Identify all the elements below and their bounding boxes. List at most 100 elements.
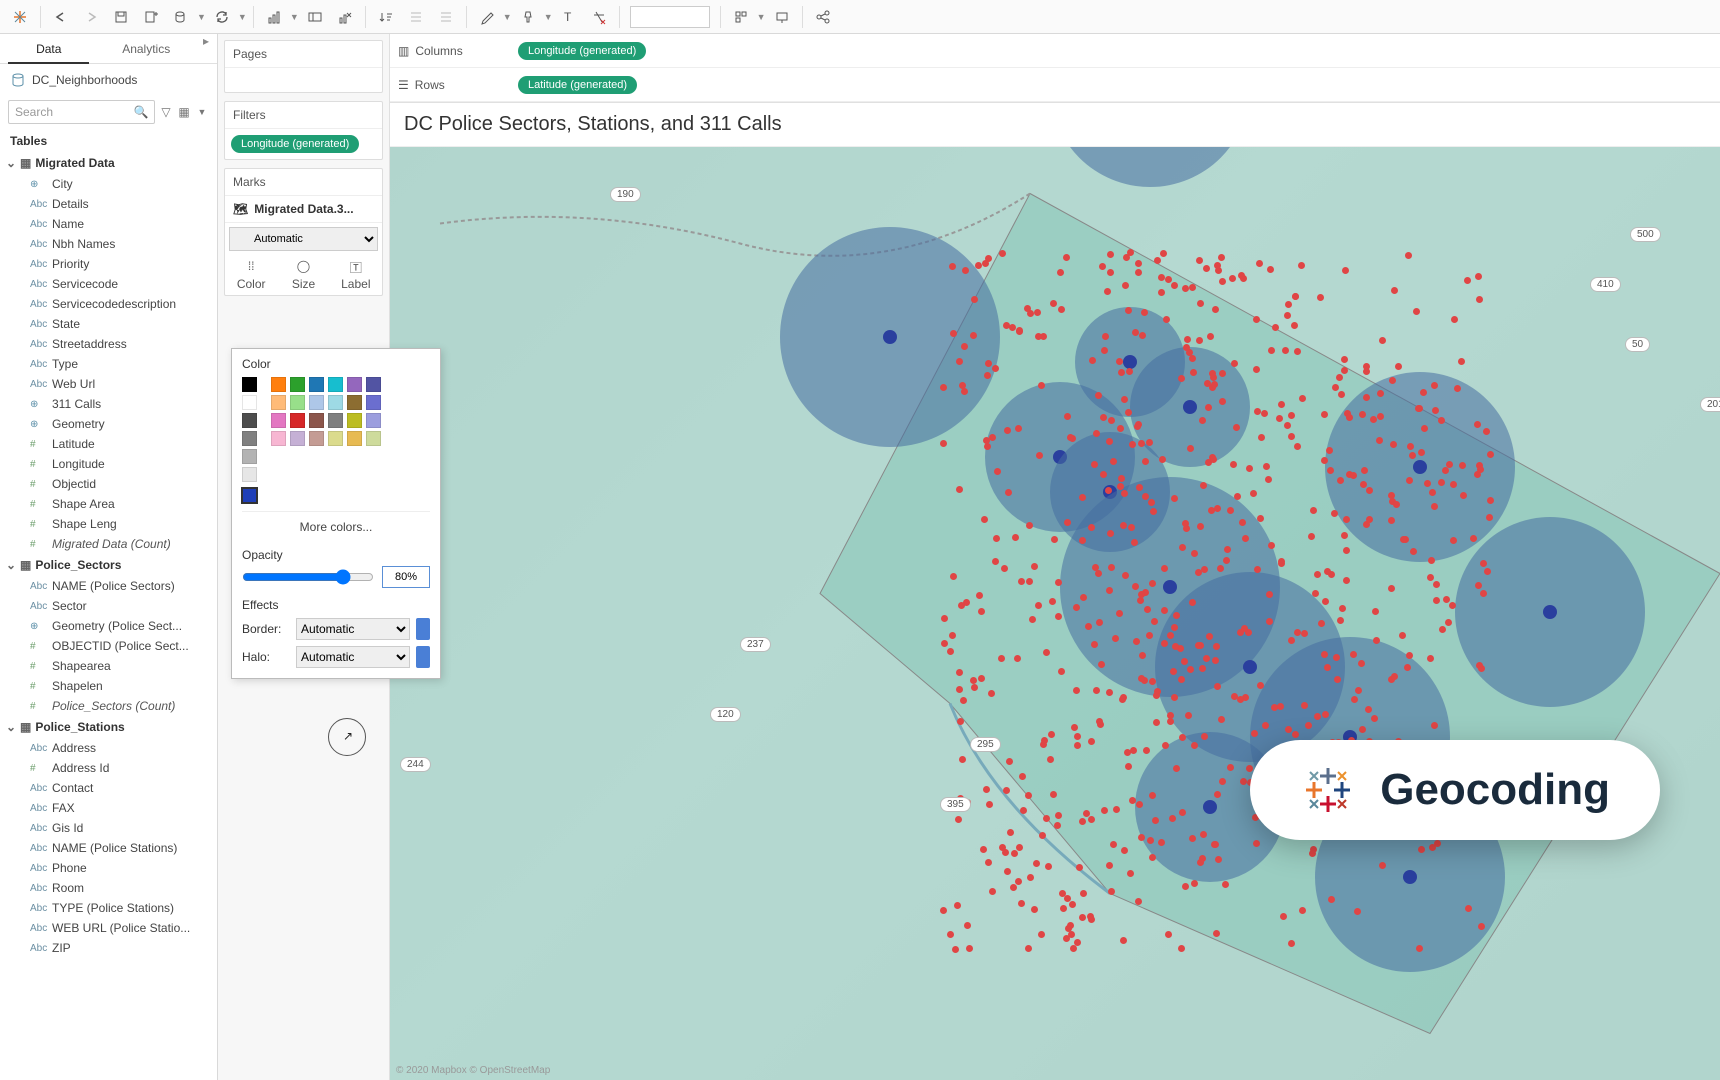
color-swatch[interactable] (347, 377, 362, 392)
field-item[interactable]: AbcServicecode (0, 274, 217, 294)
call-dot[interactable] (1361, 467, 1368, 474)
call-dot[interactable] (1098, 661, 1105, 668)
presentation-button[interactable] (768, 4, 796, 30)
call-dot[interactable] (1171, 495, 1178, 502)
field-item[interactable]: #Police_Sectors (Count) (0, 696, 217, 716)
call-dot[interactable] (1487, 497, 1494, 504)
station-circle[interactable] (780, 227, 1000, 447)
call-dot[interactable] (941, 615, 948, 622)
call-dot[interactable] (1191, 880, 1198, 887)
field-item[interactable]: AbcWeb Url (0, 374, 217, 394)
field-item[interactable]: AbcNbh Names (0, 234, 217, 254)
call-dot[interactable] (1266, 618, 1273, 625)
call-dot[interactable] (1058, 668, 1065, 675)
call-dot[interactable] (1421, 425, 1428, 432)
call-dot[interactable] (1292, 731, 1299, 738)
call-dot[interactable] (1050, 300, 1057, 307)
call-dot[interactable] (1406, 652, 1413, 659)
call-dot[interactable] (1100, 414, 1107, 421)
call-dot[interactable] (1233, 424, 1240, 431)
call-dot[interactable] (1026, 522, 1033, 529)
call-dot[interactable] (1178, 375, 1185, 382)
call-dot[interactable] (1009, 324, 1016, 331)
call-dot[interactable] (1214, 791, 1221, 798)
call-dot[interactable] (1431, 503, 1438, 510)
call-dot[interactable] (1309, 850, 1316, 857)
call-dot[interactable] (1012, 534, 1019, 541)
call-dot[interactable] (1370, 416, 1377, 423)
call-dot[interactable] (1268, 347, 1275, 354)
call-dot[interactable] (1095, 570, 1102, 577)
field-item[interactable]: #Migrated Data (Count) (0, 534, 217, 554)
call-dot[interactable] (1433, 581, 1440, 588)
call-dot[interactable] (1331, 510, 1338, 517)
call-dot[interactable] (1242, 535, 1249, 542)
call-dot[interactable] (1219, 778, 1226, 785)
call-dot[interactable] (1161, 640, 1168, 647)
call-dot[interactable] (1160, 250, 1167, 257)
call-dot[interactable] (1484, 568, 1491, 575)
field-item[interactable]: #Latitude (0, 434, 217, 454)
color-swatch[interactable] (366, 413, 381, 428)
call-dot[interactable] (1121, 847, 1128, 854)
call-dot[interactable] (1179, 734, 1186, 741)
call-dot[interactable] (1167, 632, 1174, 639)
color-swatch[interactable] (242, 449, 257, 464)
highlight-button[interactable] (473, 4, 501, 30)
call-dot[interactable] (1088, 916, 1095, 923)
station-circle[interactable] (1455, 517, 1645, 707)
call-dot[interactable] (1326, 447, 1333, 454)
call-dot[interactable] (1203, 655, 1210, 662)
call-dot[interactable] (1254, 566, 1261, 573)
call-dot[interactable] (1201, 733, 1208, 740)
call-dot[interactable] (1288, 412, 1295, 419)
call-dot[interactable] (1004, 868, 1011, 875)
call-dot[interactable] (1350, 472, 1357, 479)
call-dot[interactable] (1431, 722, 1438, 729)
call-dot[interactable] (1112, 635, 1119, 642)
call-dot[interactable] (981, 516, 988, 523)
swap-button[interactable] (260, 4, 288, 30)
call-dot[interactable] (1390, 441, 1397, 448)
color-swatch[interactable] (366, 431, 381, 446)
halo-select[interactable]: Automatic (296, 646, 410, 668)
call-dot[interactable] (1045, 863, 1052, 870)
field-item[interactable]: AbcZIP (0, 938, 217, 958)
call-dot[interactable] (1055, 613, 1062, 620)
field-item[interactable]: AbcAddress (0, 738, 217, 758)
call-dot[interactable] (1136, 484, 1143, 491)
rows-pill[interactable]: Latitude (generated) (518, 76, 637, 94)
call-dot[interactable] (1338, 391, 1345, 398)
call-dot[interactable] (1261, 410, 1268, 417)
call-dot[interactable] (1182, 285, 1189, 292)
call-dot[interactable] (1460, 492, 1467, 499)
field-item[interactable]: AbcSector (0, 596, 217, 616)
field-item[interactable]: AbcType (0, 354, 217, 374)
call-dot[interactable] (1197, 859, 1204, 866)
chevron-down-icon[interactable]: ▼ (195, 105, 209, 119)
call-dot[interactable] (1199, 417, 1206, 424)
call-dot[interactable] (1102, 333, 1109, 340)
call-dot[interactable] (1196, 337, 1203, 344)
call-dot[interactable] (1063, 254, 1070, 261)
datasource-item[interactable]: DC_Neighborhoods (0, 64, 217, 96)
call-dot[interactable] (1093, 687, 1100, 694)
marks-color-button[interactable]: ⁞⁞Color (225, 255, 277, 295)
call-dot[interactable] (1360, 481, 1367, 488)
filter-icon[interactable]: ▽ (159, 105, 173, 119)
call-dot[interactable] (1025, 792, 1032, 799)
call-dot[interactable] (1391, 673, 1398, 680)
call-dot[interactable] (1154, 257, 1161, 264)
call-dot[interactable] (1025, 945, 1032, 952)
call-dot[interactable] (1434, 840, 1441, 847)
call-dot[interactable] (1125, 307, 1132, 314)
call-dot[interactable] (985, 360, 992, 367)
call-dot[interactable] (952, 946, 959, 953)
sort-asc-button[interactable] (372, 4, 400, 30)
call-dot[interactable] (1181, 658, 1188, 665)
call-dot[interactable] (1179, 809, 1186, 816)
call-dot[interactable] (970, 332, 977, 339)
border-select[interactable]: Automatic (296, 618, 410, 640)
call-dot[interactable] (1305, 722, 1312, 729)
call-dot[interactable] (1219, 278, 1226, 285)
